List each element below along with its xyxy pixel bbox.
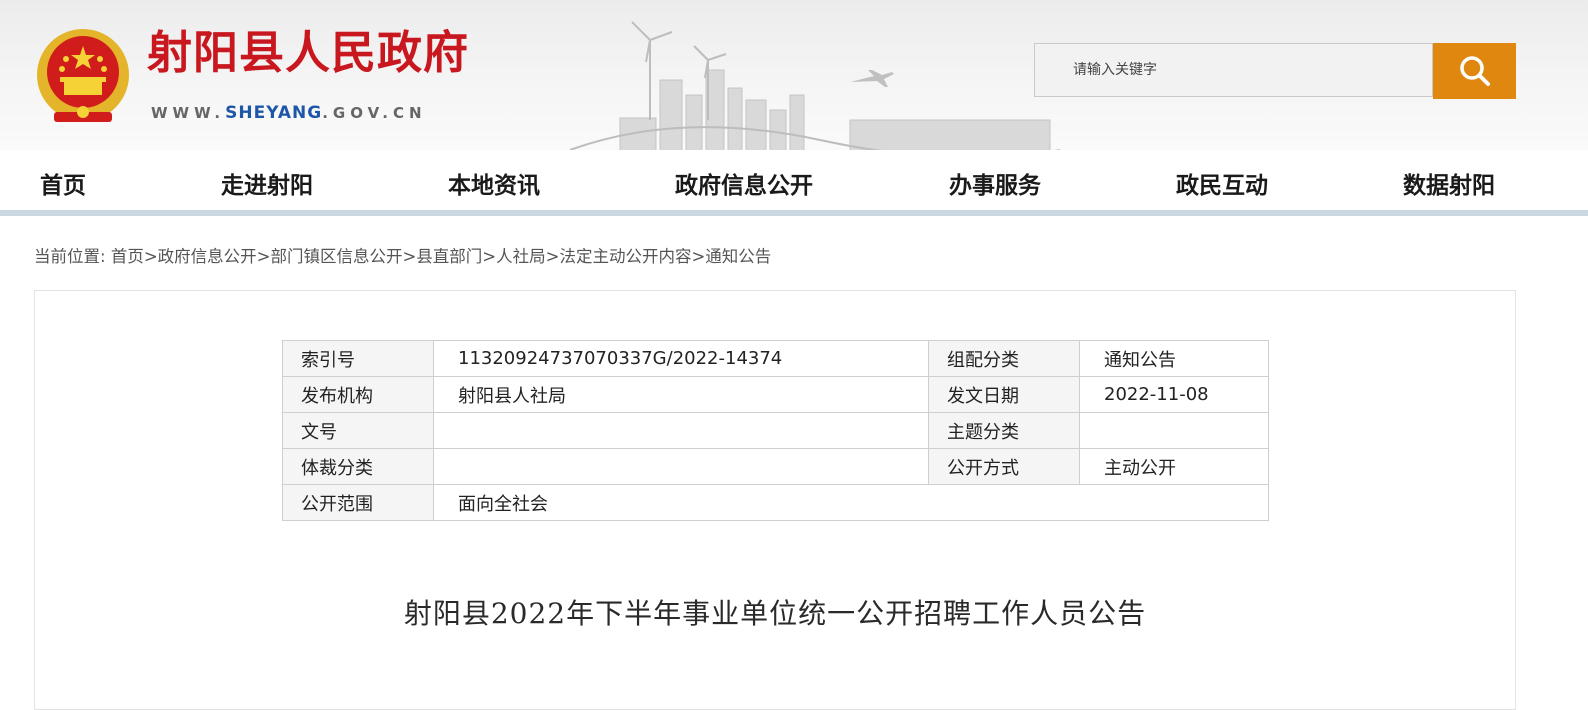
breadcrumb-gov-info[interactable]: 政府信息公开 xyxy=(158,247,257,266)
genre-label: 体裁分类 xyxy=(282,448,434,485)
table-row: 文号 主题分类 xyxy=(282,412,1269,449)
document-title: 射阳县2022年下半年事业单位统一公开招聘工作人员公告 xyxy=(403,597,1147,630)
city-skyline-illustration xyxy=(569,21,1060,150)
site-url: WWW.SHEYANG.GOV.CN xyxy=(151,105,427,122)
table-row: 体裁分类 公开方式 主动公开 xyxy=(282,448,1269,485)
breadcrumb-hr-bureau[interactable]: 人社局 xyxy=(496,247,546,266)
breadcrumb: 当前位置: 首页>政府信息公开>部门镇区信息公开>县直部门>人社局>法定主动公开… xyxy=(34,247,772,266)
topic-value xyxy=(1079,412,1269,449)
table-row: 发布机构 射阳县人社局 发文日期 2022-11-08 xyxy=(282,376,1269,413)
nav-divider xyxy=(0,210,1588,216)
site-url-prefix: WWW. xyxy=(151,104,226,122)
search-box xyxy=(1034,43,1433,97)
category-label: 组配分类 xyxy=(928,340,1080,377)
index-label: 索引号 xyxy=(282,340,434,377)
nav-item-home[interactable]: 首页 xyxy=(40,166,86,200)
mode-label: 公开方式 xyxy=(928,448,1080,485)
mode-value: 主动公开 xyxy=(1079,448,1269,485)
docno-value xyxy=(433,412,929,449)
breadcrumb-statutory[interactable]: 法定主动公开内容 xyxy=(559,247,691,266)
publisher-value: 射阳县人社局 xyxy=(433,376,929,413)
table-row: 索引号 11320924737070337G/2022-14374 组配分类 通… xyxy=(282,340,1269,377)
category-value: 通知公告 xyxy=(1079,340,1269,377)
nav-item-interaction[interactable]: 政民互动 xyxy=(1176,166,1268,200)
main-nav: 首页 走进射阳 本地资讯 政府信息公开 办事服务 政民互动 数据射阳 xyxy=(0,150,1588,210)
national-emblem-logo xyxy=(37,29,129,122)
site-url-suffix: .GOV.CN xyxy=(322,104,427,122)
search-icon xyxy=(1459,56,1490,86)
table-row: 公开范围 面向全社会 xyxy=(282,484,1269,521)
topic-label: 主题分类 xyxy=(928,412,1080,449)
nav-item-services[interactable]: 办事服务 xyxy=(949,166,1041,200)
genre-value xyxy=(433,448,929,485)
breadcrumb-notices[interactable]: 通知公告 xyxy=(705,247,771,266)
date-label: 发文日期 xyxy=(928,376,1080,413)
breadcrumb-home[interactable]: 首页 xyxy=(111,247,144,266)
index-value: 11320924737070337G/2022-14374 xyxy=(433,340,929,377)
docno-label: 文号 xyxy=(282,412,434,449)
scope-value: 面向全社会 xyxy=(433,484,1269,521)
nav-item-data[interactable]: 数据射阳 xyxy=(1403,166,1495,200)
nav-item-about[interactable]: 走进射阳 xyxy=(221,166,313,200)
scope-label: 公开范围 xyxy=(282,484,434,521)
site-title: 射阳县人民政府 xyxy=(147,26,470,79)
search-button[interactable] xyxy=(1433,43,1516,99)
site-url-highlight: SHEYANG xyxy=(225,103,323,123)
publisher-label: 发布机构 xyxy=(282,376,434,413)
search-input[interactable] xyxy=(1035,44,1432,96)
nav-item-news[interactable]: 本地资讯 xyxy=(448,166,540,200)
site-header: 射阳县人民政府 WWW.SHEYANG.GOV.CN xyxy=(0,0,1588,150)
breadcrumb-county-depts[interactable]: 县直部门 xyxy=(416,247,482,266)
breadcrumb-dept-info[interactable]: 部门镇区信息公开 xyxy=(270,247,402,266)
document-metadata-table: 索引号 11320924737070337G/2022-14374 组配分类 通… xyxy=(282,340,1269,521)
date-value: 2022-11-08 xyxy=(1079,376,1269,413)
breadcrumb-prefix: 当前位置: xyxy=(34,247,106,266)
nav-item-gov-info[interactable]: 政府信息公开 xyxy=(675,166,813,200)
